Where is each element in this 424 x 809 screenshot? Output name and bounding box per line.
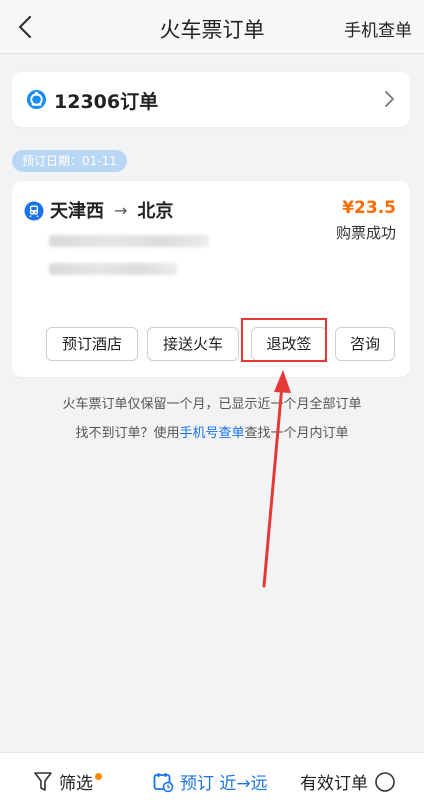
order-status: 购票成功 [335,224,396,242]
train-icon [24,201,44,221]
12306-logo-icon [26,89,47,110]
find-order-suffix: 查找一个月内订单 [244,426,349,441]
book-hotel-button[interactable]: 预订酒店 [46,327,138,361]
order-price: ¥23.5 [342,198,396,218]
12306-orders-card[interactable]: 12306订单 [12,72,410,127]
filter-button[interactable]: 筛选 [33,769,102,794]
retention-note: 火车票订单仅保留一个月，已显示近一个月全部订单 [62,397,362,412]
valid-orders-toggle[interactable]: 有效订单 [300,769,396,794]
phone-query-link[interactable]: 手机号查单 [179,426,244,441]
sort-button[interactable]: 预订 近→远 [152,769,268,794]
filter-dot-badge [95,773,102,780]
filter-icon [34,771,52,791]
valid-orders-label: 有效订单 [300,774,368,794]
find-order-note: 找不到订单？使用手机号查单查找一个月内订单 [0,422,424,441]
redacted-time-info [49,235,209,247]
find-order-prefix: 找不到订单？使用 [75,426,180,441]
consult-button[interactable]: 咨询 [335,327,395,361]
refund-change-button[interactable]: 退改签 [251,327,327,361]
departure-station: 天津西 [50,201,104,222]
order-card[interactable]: 天津西 → 北京 ¥23.5 购票成功 预订酒店 接送火车 退改签 咨询 [12,181,410,377]
filter-label: 筛选 [59,774,93,794]
phone-query-button[interactable]: 手机查单 [344,16,412,41]
12306-orders-label: 12306订单 [54,91,159,113]
back-chevron-icon[interactable] [12,13,40,41]
route-arrow: → [114,200,128,220]
circle-icon [375,771,395,792]
route: 天津西 → 北京 [50,197,173,223]
chevron-right-icon [385,91,394,107]
train-pickup-button[interactable]: 接送火车 [147,327,239,361]
redacted-train-info [49,263,177,275]
booking-date-badge: 预订日期：01-11 [12,150,127,172]
arrival-station: 北京 [137,201,174,222]
bottom-toolbar: 筛选 预订 近→远 有效订单 [0,752,424,809]
sort-label: 预订 近→远 [180,774,268,794]
calendar-icon [153,772,174,792]
top-nav-bar: 火车票订单 手机查单 [0,0,424,54]
